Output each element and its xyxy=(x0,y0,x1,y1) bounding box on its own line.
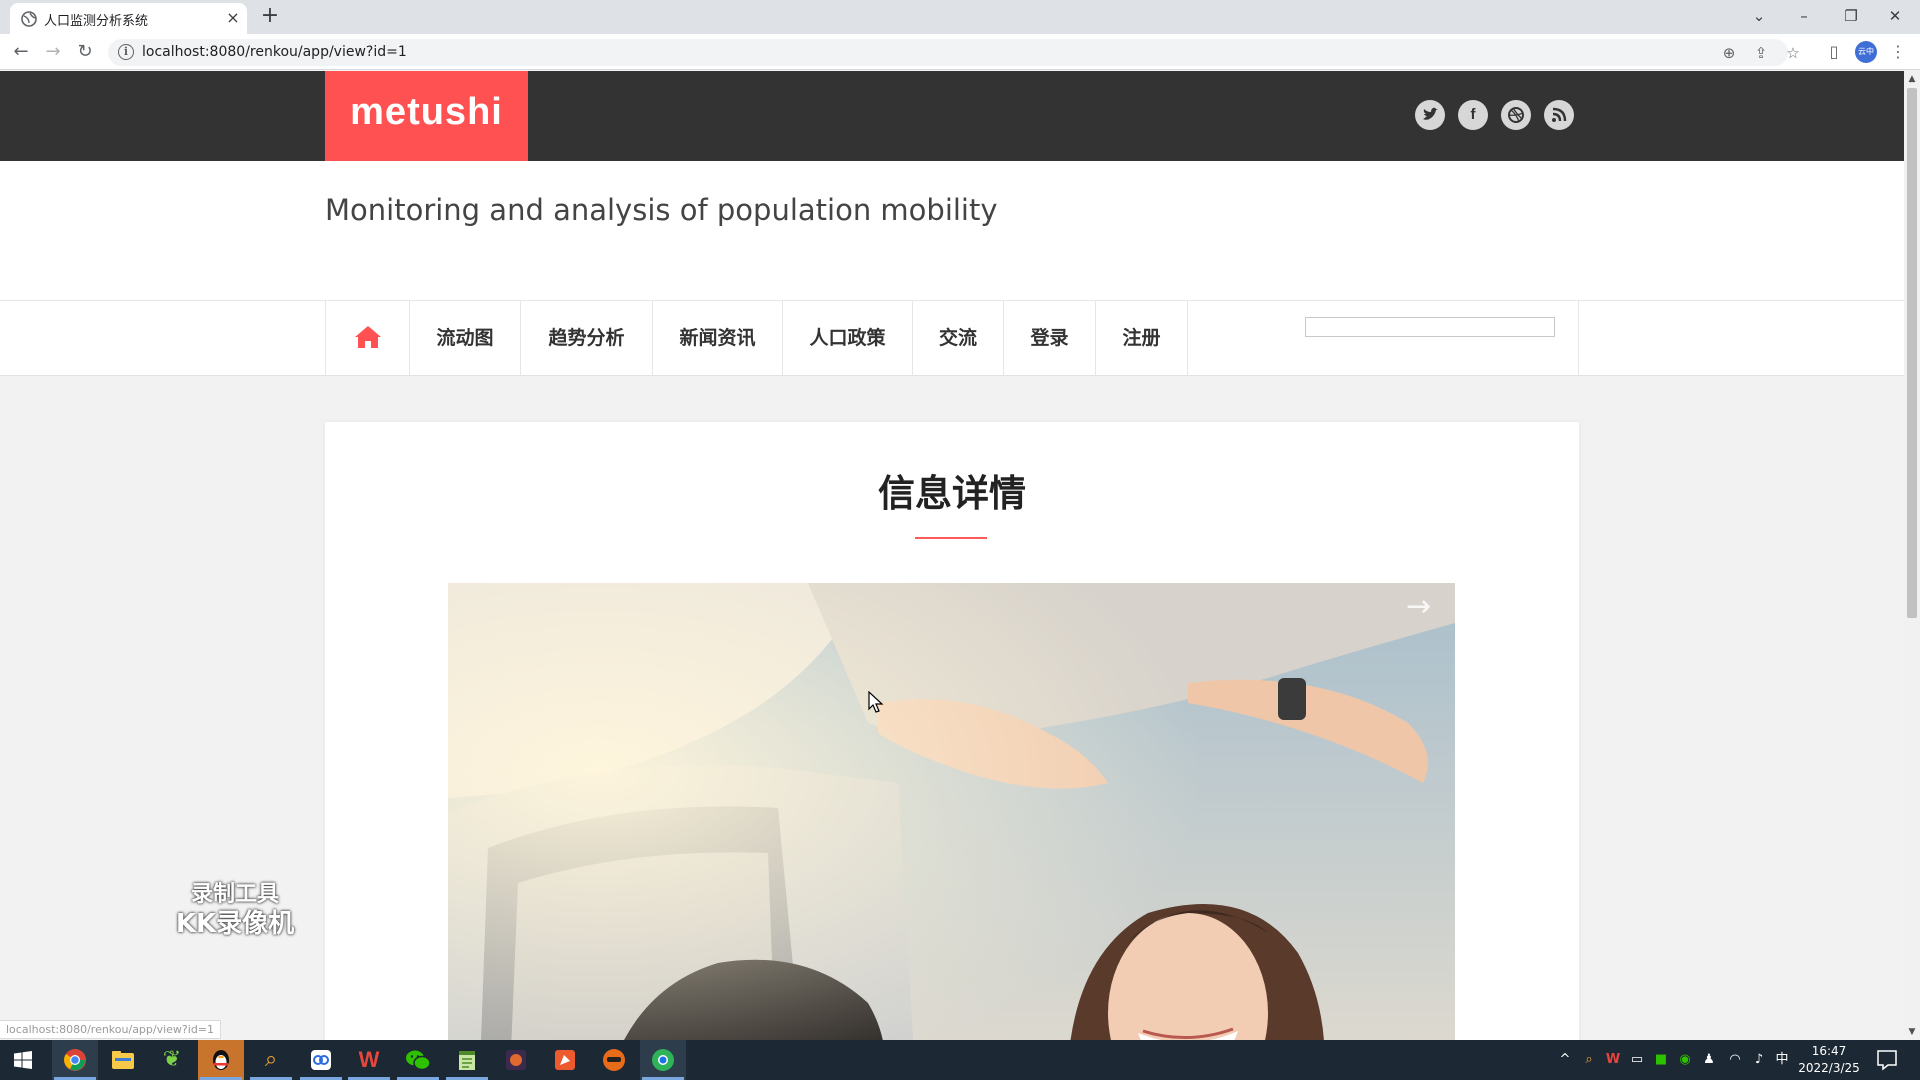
clock-time: 16:47 xyxy=(1811,1044,1847,1058)
home-icon xyxy=(354,325,381,348)
bookmark-star-icon[interactable]: ☆ xyxy=(1782,42,1804,64)
scroll-up-icon[interactable]: ▲ xyxy=(1904,71,1920,87)
notepad-icon[interactable] xyxy=(444,1040,490,1080)
zoom-icon[interactable]: ⊕ xyxy=(1718,42,1740,64)
tab-search-icon[interactable]: ⌄ xyxy=(1746,4,1772,28)
tray-wechat-icon[interactable]: ◉ xyxy=(1676,1050,1694,1070)
heading-underline xyxy=(915,537,987,539)
restore-icon[interactable]: ❐ xyxy=(1838,4,1864,28)
nav-item-flow-map[interactable]: 流动图 xyxy=(410,301,521,376)
nav-item-register[interactable]: 注册 xyxy=(1096,301,1188,376)
tray-search-icon[interactable]: ⌕ xyxy=(1580,1050,1598,1070)
back-icon[interactable]: ← xyxy=(9,41,33,63)
notification-center-icon[interactable] xyxy=(1875,1049,1899,1071)
address-bar[interactable]: i localhost:8080/renkou/app/view?id=1 ⊕ … xyxy=(108,39,1800,66)
status-bar-url: localhost:8080/renkou/app/view?id=1 xyxy=(0,1020,222,1039)
watermark-line1: 录制工具 xyxy=(190,882,279,907)
scrollbar-thumb[interactable] xyxy=(1907,88,1917,618)
browser-tab[interactable]: 人口监测分析系统 × xyxy=(10,3,247,34)
tray-qq-icon[interactable]: ♟ xyxy=(1700,1050,1718,1070)
tray-green-app-icon[interactable]: ■ xyxy=(1652,1050,1670,1070)
tray-wps-icon[interactable]: W xyxy=(1604,1050,1622,1070)
site-subtitle: Monitoring and analysis of population mo… xyxy=(325,193,998,227)
minimize-icon[interactable]: – xyxy=(1791,4,1817,28)
tray-volume-icon[interactable]: ♪ xyxy=(1750,1050,1768,1070)
side-panel-icon[interactable]: ▯ xyxy=(1822,40,1846,64)
browser-tab-strip: 人口监测分析系统 × + ⌄ – ❐ ✕ xyxy=(0,0,1920,34)
qq-penguin-icon[interactable] xyxy=(198,1040,244,1080)
forward-icon[interactable]: → xyxy=(41,41,65,63)
profile-avatar[interactable]: 云中 xyxy=(1855,41,1877,63)
tab-close-icon[interactable]: × xyxy=(223,8,243,28)
media-app-icon[interactable] xyxy=(493,1040,539,1080)
subtitle-band xyxy=(0,161,1904,301)
taskbar-clock[interactable]: 16:47 2022/3/25 xyxy=(1789,1043,1869,1077)
recorder-app-icon[interactable] xyxy=(591,1040,637,1080)
twitter-icon[interactable] xyxy=(1415,100,1445,130)
next-arrow-icon[interactable]: → xyxy=(1406,589,1431,624)
facebook-icon[interactable]: f xyxy=(1458,100,1488,130)
hero-image: → xyxy=(448,583,1455,1040)
site-logo[interactable]: metushi xyxy=(325,71,528,161)
search-input[interactable] xyxy=(1305,317,1555,337)
rss-icon[interactable] xyxy=(1544,100,1574,130)
dribbble-icon[interactable] xyxy=(1501,100,1531,130)
nav-item-news[interactable]: 新闻资讯 xyxy=(653,301,783,376)
reload-icon[interactable]: ↻ xyxy=(73,41,97,63)
tray-device-icon[interactable]: ▭ xyxy=(1628,1050,1646,1070)
clock-date: 2022/3/25 xyxy=(1798,1061,1860,1075)
windows-taskbar: ❦ ⌕ W ^ ⌕ W ▭ ■ ◉ ♟ ◠ ♪ 中 16:47 2022/3/2… xyxy=(0,1040,1920,1080)
presentation-app-icon[interactable] xyxy=(542,1040,588,1080)
site-info-icon[interactable]: i xyxy=(118,44,134,60)
drive-app-icon[interactable] xyxy=(298,1040,344,1080)
site-header: metushi f xyxy=(0,71,1904,161)
main-nav: 流动图 趋势分析 新闻资讯 人口政策 交流 登录 注册 xyxy=(0,301,1904,376)
browser-menu-icon[interactable]: ⋮ xyxy=(1886,40,1910,64)
nav-item-login[interactable]: 登录 xyxy=(1004,301,1096,376)
page-title: 信息详情 xyxy=(878,472,1026,515)
windows-start-icon[interactable] xyxy=(0,1040,46,1080)
share-icon[interactable]: ⇪ xyxy=(1750,42,1772,64)
search-app-icon[interactable]: ⌕ xyxy=(248,1040,294,1080)
hero-photo-illustration xyxy=(448,583,1455,1040)
mouse-cursor-icon xyxy=(868,691,884,713)
wps-icon[interactable]: W xyxy=(346,1040,392,1080)
nav-home[interactable] xyxy=(325,301,410,376)
wechat-icon[interactable] xyxy=(395,1040,441,1080)
url-text[interactable]: localhost:8080/renkou/app/view?id=1 xyxy=(142,44,407,60)
tray-overflow-icon[interactable]: ^ xyxy=(1556,1050,1574,1070)
nav-item-population-policy[interactable]: 人口政策 xyxy=(783,301,913,376)
recorder-watermark: 录制工具 KK录像机 xyxy=(160,881,310,939)
nav-item-trend-analysis[interactable]: 趋势分析 xyxy=(521,301,653,376)
file-explorer-icon[interactable] xyxy=(100,1040,146,1080)
nav-divider xyxy=(1578,301,1579,376)
chrome-taskbar-icon[interactable] xyxy=(52,1040,98,1080)
green-app-icon[interactable]: ❦ xyxy=(149,1040,195,1080)
logo-text: metushi xyxy=(350,91,503,133)
browser-toolbar: ← → ↻ i localhost:8080/renkou/app/view?i… xyxy=(0,34,1920,70)
page-scrollbar[interactable]: ▲ ▼ xyxy=(1904,71,1920,1040)
page-viewport: metushi f Monitoring and analysis of pop… xyxy=(0,71,1904,1040)
globe-icon xyxy=(21,11,37,27)
tray-network-icon[interactable]: ◠ xyxy=(1726,1050,1744,1070)
new-tab-button[interactable]: + xyxy=(258,5,282,29)
content-card: 信息详情 → xyxy=(325,422,1579,1040)
tab-title: 人口监测分析系统 xyxy=(44,14,149,29)
scroll-down-icon[interactable]: ▼ xyxy=(1904,1024,1920,1040)
close-window-icon[interactable]: ✕ xyxy=(1882,4,1908,28)
nav-item-exchange[interactable]: 交流 xyxy=(913,301,1004,376)
chrome-app-taskbar-icon[interactable] xyxy=(640,1040,686,1080)
watermark-line2: KK录像机 xyxy=(175,909,295,939)
